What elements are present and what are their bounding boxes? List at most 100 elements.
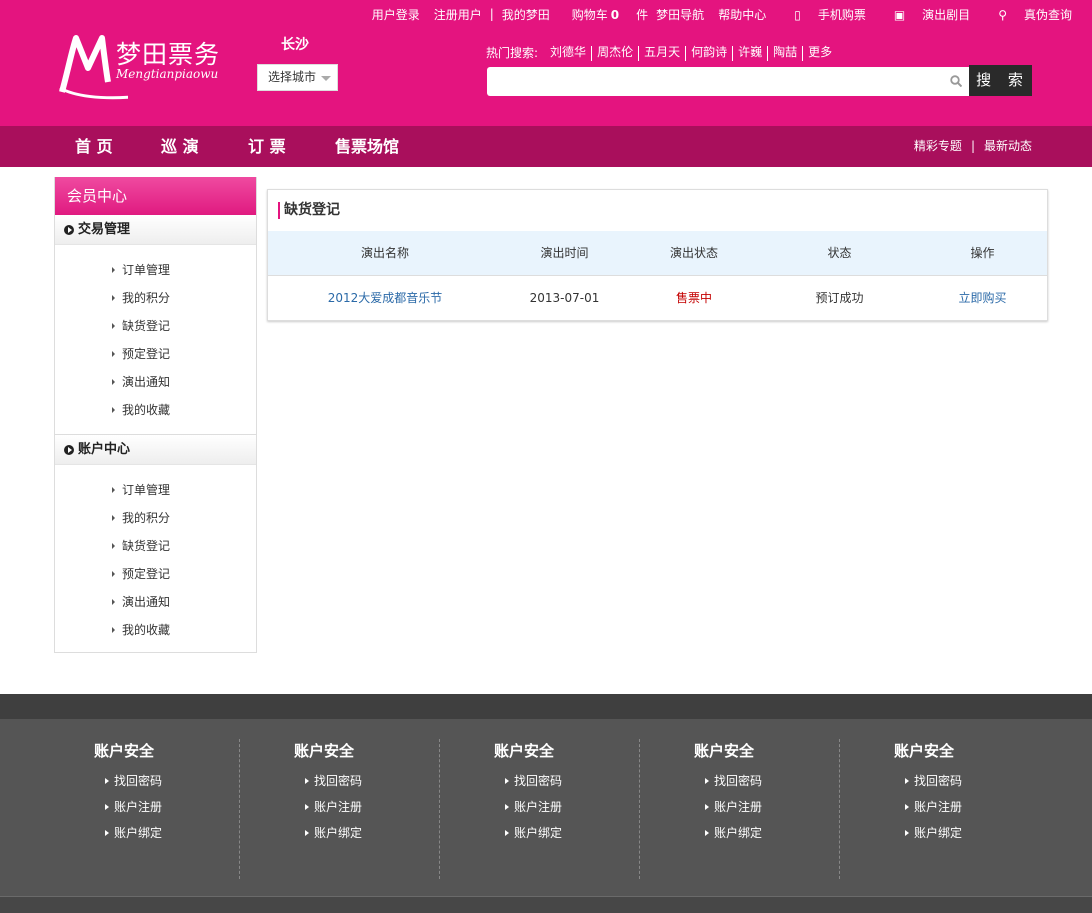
search-input[interactable] xyxy=(487,67,970,96)
brand-logo[interactable]: 梦田票务 Mengtianpiaowu xyxy=(58,30,238,100)
nav-specials[interactable]: 精彩专题 xyxy=(914,139,962,153)
register-link[interactable]: 注册用户 xyxy=(434,6,482,23)
nav-right-links: 精彩专题 | 最新动态 xyxy=(914,126,1032,167)
shows-link[interactable]: ▣ 演出剧目 xyxy=(880,6,970,23)
footer-link-register[interactable]: 账户注册 xyxy=(705,794,839,820)
footer-link-register[interactable]: 账户注册 xyxy=(905,794,1040,820)
col-show-status: 演出状态 xyxy=(669,246,718,261)
member-sidebar: 会员中心 交易管理 订单管理 我的积分 缺货登记 预定登记 演出通知 我的收藏 … xyxy=(54,177,257,653)
search-icon: ⚲ xyxy=(998,7,1007,22)
sidebar-item-reservation[interactable]: 预定登记 xyxy=(111,560,256,588)
nav-venues[interactable]: 售票场馆 xyxy=(335,126,399,167)
topnav-separator: | xyxy=(489,7,494,21)
buy-now-link[interactable]: 立即购买 xyxy=(918,275,1047,320)
brand-name-cn: 梦田票务 xyxy=(116,40,221,69)
sidebar-item-favorites[interactable]: 我的收藏 xyxy=(111,616,256,644)
sidebar-item-points[interactable]: 我的积分 xyxy=(111,504,256,532)
footer-link-bind-account[interactable]: 账户绑定 xyxy=(705,820,839,846)
hot-search-label: 热门搜索: xyxy=(486,46,539,60)
footer-link-register[interactable]: 账户注册 xyxy=(305,794,439,820)
sidebar-list-trade: 订单管理 我的积分 缺货登记 预定登记 演出通知 我的收藏 xyxy=(55,245,256,434)
my-account-link[interactable]: 我的梦田 xyxy=(502,6,550,23)
footer-link-register[interactable]: 账户注册 xyxy=(105,794,239,820)
cart-unit: 件 xyxy=(636,7,649,22)
nav-news[interactable]: 最新动态 xyxy=(984,139,1032,153)
footer-column-title: 账户安全 xyxy=(894,742,955,760)
search-button[interactable]: 搜 索 xyxy=(969,65,1032,96)
footer-column-title: 账户安全 xyxy=(94,742,155,760)
sidebar-group-trade[interactable]: 交易管理 xyxy=(55,215,256,245)
sidebar-item-points[interactable]: 我的积分 xyxy=(111,284,256,312)
sidebar-item-orders[interactable]: 订单管理 xyxy=(111,476,256,504)
shows-label: 演出剧目 xyxy=(922,7,971,22)
magnifier-icon xyxy=(950,75,962,87)
hot-search-item[interactable]: 刘德华 xyxy=(546,46,591,61)
current-city: 长沙 xyxy=(281,37,309,53)
sidebar-title: 会员中心 xyxy=(55,177,256,215)
sidebar-item-orders[interactable]: 订单管理 xyxy=(111,256,256,284)
sidebar-item-out-of-stock[interactable]: 缺货登记 xyxy=(111,532,256,560)
footer-column: 账户安全 找回密码 账户注册 账户绑定 xyxy=(440,739,640,879)
registration-table: 演出名称 演出时间 演出状态 状态 操作 2012大爱成都音乐节 2013-07… xyxy=(268,231,1047,321)
footer-link-recover-password[interactable]: 找回密码 xyxy=(705,768,839,794)
sidebar-item-show-notice[interactable]: 演出通知 xyxy=(111,368,256,396)
col-status: 状态 xyxy=(827,246,852,261)
cart-link[interactable]: 购物车 0 件 xyxy=(558,6,648,23)
cart-count: 0 xyxy=(610,7,620,22)
help-center-link[interactable]: 帮助中心 xyxy=(718,6,766,23)
mobile-ticket-link[interactable]: ▯ 手机购票 xyxy=(780,6,866,23)
hot-search-item[interactable]: 何韵诗 xyxy=(685,46,732,61)
verify-link[interactable]: ⚲ 真伪查询 xyxy=(984,6,1072,23)
sidebar-item-reservation[interactable]: 预定登记 xyxy=(111,340,256,368)
table-header-row: 演出名称 演出时间 演出状态 状态 操作 xyxy=(268,231,1047,275)
page-title: 缺货登记 xyxy=(268,190,1047,231)
site-header: 梦田票务 Mengtianpiaowu 长沙 选择城市 用户登录 注册用户 | … xyxy=(0,0,1092,126)
nav-booking[interactable]: 订 票 xyxy=(248,126,286,167)
sidebar-item-favorites[interactable]: 我的收藏 xyxy=(111,396,256,424)
footer-link-bind-account[interactable]: 账户绑定 xyxy=(905,820,1040,846)
city-select-dropdown[interactable]: 选择城市 xyxy=(257,64,338,91)
sidebar-group-label: 账户中心 xyxy=(78,441,131,457)
hot-search-item[interactable]: 五月天 xyxy=(638,46,685,61)
cart-label: 购物车 xyxy=(571,7,608,22)
play-circle-icon xyxy=(64,224,74,235)
brand-name-en: Mengtianpiaowu xyxy=(116,67,219,81)
hot-search-item[interactable]: 许巍 xyxy=(732,46,767,61)
nav-tour[interactable]: 巡 演 xyxy=(161,126,199,167)
site-guide-link[interactable]: 梦田导航 xyxy=(656,6,704,23)
sidebar-group-label: 交易管理 xyxy=(78,221,131,237)
footer-column-title: 账户安全 xyxy=(694,742,755,760)
top-utility-nav: 用户登录 注册用户 | 我的梦田 购物车 0 件 梦田导航 帮助中心 ▯ 手机购票 ▣… xyxy=(358,6,1072,22)
footer-link-register[interactable]: 账户注册 xyxy=(505,794,639,820)
sidebar-group-account[interactable]: 账户中心 xyxy=(55,435,256,465)
verify-label: 真伪查询 xyxy=(1023,7,1072,22)
hot-search-item[interactable]: 陶喆 xyxy=(767,46,802,61)
sidebar-item-show-notice[interactable]: 演出通知 xyxy=(111,588,256,616)
mobile-ticket-label: 手机购票 xyxy=(817,7,866,22)
hot-search-more-link[interactable]: 更多 xyxy=(802,46,837,61)
footer-link-recover-password[interactable]: 找回密码 xyxy=(105,768,239,794)
footer-link-bind-account[interactable]: 账户绑定 xyxy=(105,820,239,846)
footer-column: 账户安全 找回密码 账户注册 账户绑定 xyxy=(240,739,440,879)
footer-bottom-band xyxy=(0,896,1092,913)
footer-link-recover-password[interactable]: 找回密码 xyxy=(905,768,1040,794)
col-show-date: 演出时间 xyxy=(540,246,589,261)
hot-search-item[interactable]: 周杰伦 xyxy=(591,46,638,61)
main-nav: 首 页 巡 演 订 票 售票场馆 精彩专题 | 最新动态 xyxy=(0,126,1092,167)
sidebar-item-out-of-stock[interactable]: 缺货登记 xyxy=(111,312,256,340)
footer-top-band xyxy=(0,694,1092,719)
booking-status: 预订成功 xyxy=(815,291,864,305)
city-select-label: 选择城市 xyxy=(268,70,317,84)
show-name-link[interactable]: 2012大爱成都音乐节 xyxy=(268,275,502,320)
footer-column: 账户安全 找回密码 账户注册 账户绑定 xyxy=(40,739,240,879)
show-date: 2013-07-01 xyxy=(529,290,600,305)
footer-link-bind-account[interactable]: 账户绑定 xyxy=(305,820,439,846)
footer-link-recover-password[interactable]: 找回密码 xyxy=(505,768,639,794)
footer-link-bind-account[interactable]: 账户绑定 xyxy=(505,820,639,846)
footer-link-recover-password[interactable]: 找回密码 xyxy=(305,768,439,794)
login-link[interactable]: 用户登录 xyxy=(372,6,420,23)
nav-home[interactable]: 首 页 xyxy=(75,126,113,167)
col-show-name: 演出名称 xyxy=(360,246,409,261)
show-status: 售票中 xyxy=(675,291,712,305)
footer-column: 账户安全 找回密码 账户注册 账户绑定 xyxy=(640,739,840,879)
